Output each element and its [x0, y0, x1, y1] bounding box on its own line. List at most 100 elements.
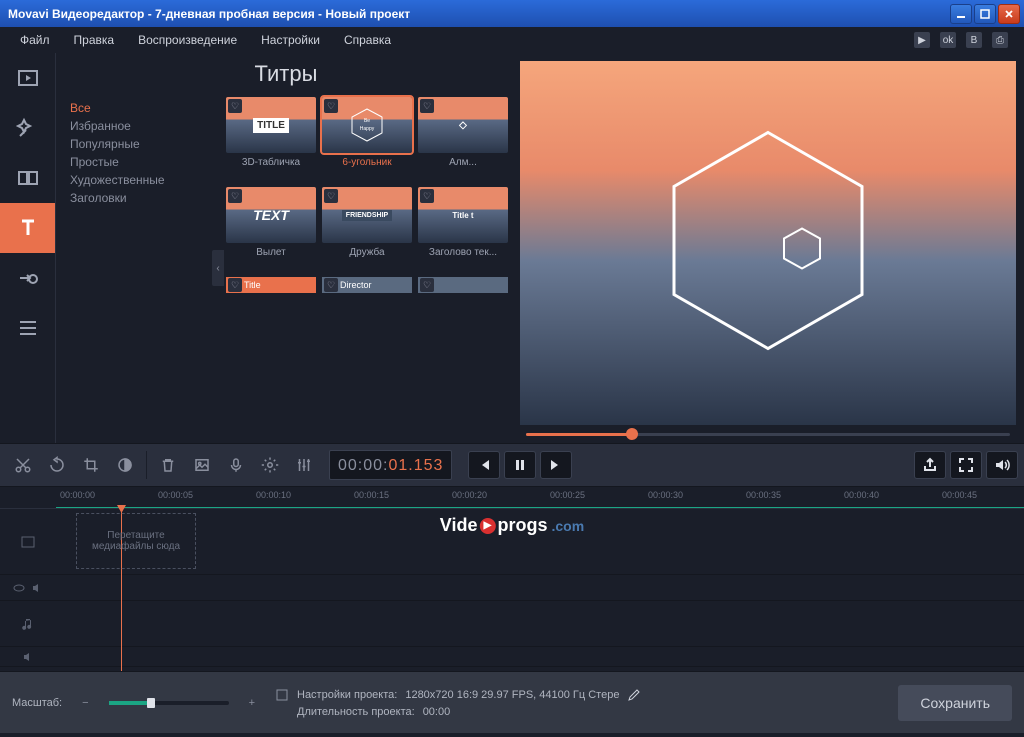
- favorite-icon[interactable]: ♡: [228, 99, 242, 113]
- pause-button[interactable]: [504, 451, 536, 479]
- menu-file[interactable]: Файл: [8, 29, 62, 51]
- title-thumb[interactable]: ♡Title t Заголово тек...: [418, 187, 508, 271]
- music-icon: [21, 617, 35, 631]
- category-item[interactable]: Простые: [70, 153, 220, 171]
- title-thumb[interactable]: ♡Title: [226, 277, 316, 293]
- title-thumb[interactable]: ♡TITLE 3D-табличка: [226, 97, 316, 181]
- favorite-icon[interactable]: ♡: [420, 99, 434, 113]
- hexagon-preview: [658, 121, 878, 366]
- export-icon[interactable]: [914, 451, 946, 479]
- editor-toolbar: 00:00:01.153: [0, 443, 1024, 487]
- zoom-label: Масштаб:: [12, 697, 62, 709]
- favorite-icon[interactable]: ♡: [324, 278, 338, 292]
- favorite-icon[interactable]: ♡: [420, 278, 434, 292]
- svg-text:Happy: Happy: [360, 126, 375, 132]
- rail-callouts-icon[interactable]: [0, 253, 55, 303]
- zoom-slider[interactable]: [109, 701, 229, 705]
- titles-panel: Титры Все Избранное Популярные Простые Х…: [56, 53, 516, 443]
- menu-settings[interactable]: Настройки: [249, 29, 332, 51]
- rail-titles-icon[interactable]: [0, 203, 55, 253]
- timeline: 00:00:00 00:00:05 00:00:10 00:00:15 00:0…: [0, 487, 1024, 671]
- youtube-icon[interactable]: ▶: [914, 32, 930, 48]
- film-icon: [20, 534, 36, 550]
- prev-frame-button[interactable]: [468, 451, 500, 479]
- status-bar: Масштаб: − + Настройки проекта: 1280x720…: [0, 671, 1024, 733]
- title-thumb[interactable]: ♡: [418, 277, 508, 293]
- color-icon[interactable]: [108, 448, 142, 482]
- mic-icon[interactable]: [219, 448, 253, 482]
- window-title: Movavi Видеоредактор - 7-дневная пробная…: [4, 7, 948, 21]
- preview-video: [520, 61, 1016, 425]
- rotate-icon[interactable]: [40, 448, 74, 482]
- image-icon[interactable]: [185, 448, 219, 482]
- equalizer-icon[interactable]: [287, 448, 321, 482]
- project-settings-value: 1280x720 16:9 29.97 FPS, 44100 Гц Стере: [405, 689, 619, 701]
- category-list: Все Избранное Популярные Простые Художес…: [56, 93, 224, 443]
- category-item[interactable]: Популярные: [70, 135, 220, 153]
- film-settings-icon: [275, 688, 289, 702]
- timecode: 00:00:01.153: [329, 450, 452, 480]
- rail-filters-icon[interactable]: [0, 103, 55, 153]
- title-thumbnails: ♡TITLE 3D-табличка ♡BeHappy 6-угольник ♡…: [224, 93, 516, 443]
- category-item[interactable]: Все: [70, 99, 220, 117]
- share-icon[interactable]: ⎙: [992, 32, 1008, 48]
- save-button[interactable]: Сохранить: [898, 685, 1012, 721]
- zoom-out-icon[interactable]: −: [82, 697, 88, 709]
- menu-edit[interactable]: Правка: [62, 29, 127, 51]
- project-duration-label: Длительность проекта:: [297, 706, 415, 718]
- tracks: Vide▶progs.com Перетащите медиафайлы сюд…: [0, 509, 1024, 671]
- next-frame-button[interactable]: [540, 451, 572, 479]
- speaker-icon[interactable]: [22, 651, 34, 663]
- ok-icon[interactable]: ok: [940, 32, 956, 48]
- minimize-button[interactable]: [950, 4, 972, 24]
- category-item[interactable]: Заголовки: [70, 189, 220, 207]
- eye-icon[interactable]: [13, 582, 25, 594]
- cut-icon[interactable]: [6, 448, 40, 482]
- menubar: Файл Правка Воспроизведение Настройки Сп…: [0, 27, 1024, 53]
- favorite-icon[interactable]: ♡: [228, 189, 242, 203]
- favorite-icon[interactable]: ♡: [420, 189, 434, 203]
- rail-transitions-icon[interactable]: [0, 153, 55, 203]
- favorite-icon[interactable]: ♡: [324, 99, 338, 113]
- menu-help[interactable]: Справка: [332, 29, 403, 51]
- project-settings-label: Настройки проекта:: [297, 689, 397, 701]
- vk-icon[interactable]: B: [966, 32, 982, 48]
- close-button[interactable]: [998, 4, 1020, 24]
- scrubber-knob[interactable]: [626, 428, 638, 440]
- gear-icon[interactable]: [253, 448, 287, 482]
- preview-scrubber[interactable]: [520, 425, 1016, 443]
- rail-more-icon[interactable]: [0, 303, 55, 353]
- favorite-icon[interactable]: ♡: [324, 189, 338, 203]
- preview-panel: [516, 53, 1024, 443]
- social-icons: ▶ ok B ⎙: [914, 32, 1016, 48]
- trash-icon[interactable]: [151, 448, 185, 482]
- maximize-button[interactable]: [974, 4, 996, 24]
- project-duration-value: 00:00: [423, 706, 451, 718]
- category-item[interactable]: Избранное: [70, 117, 220, 135]
- left-rail: [0, 53, 56, 443]
- menu-playback[interactable]: Воспроизведение: [126, 29, 249, 51]
- speaker-icon[interactable]: [31, 582, 43, 594]
- title-thumb[interactable]: ♡◇ Алм...: [418, 97, 508, 181]
- title-thumb[interactable]: ♡TEXT Вылет: [226, 187, 316, 271]
- title-thumb[interactable]: ♡BeHappy 6-угольник: [322, 97, 412, 181]
- rail-media-icon[interactable]: [0, 53, 55, 103]
- favorite-icon[interactable]: ♡: [228, 278, 242, 292]
- panel-title: Титры: [56, 53, 516, 93]
- drop-zone[interactable]: Перетащите медиафайлы сюда: [76, 513, 196, 569]
- title-thumb[interactable]: ♡FRIENDSHIP Дружба: [322, 187, 412, 271]
- collapse-handle[interactable]: ‹: [212, 250, 224, 286]
- title-thumb[interactable]: ♡Director: [322, 277, 412, 293]
- pencil-icon[interactable]: [627, 688, 641, 702]
- fullscreen-icon[interactable]: [950, 451, 982, 479]
- mute-track[interactable]: [0, 647, 1024, 667]
- category-item[interactable]: Художественные: [70, 171, 220, 189]
- timeline-ruler[interactable]: 00:00:00 00:00:05 00:00:10 00:00:15 00:0…: [0, 487, 1024, 509]
- crop-icon[interactable]: [74, 448, 108, 482]
- volume-icon[interactable]: [986, 451, 1018, 479]
- audio-track[interactable]: [0, 601, 1024, 647]
- svg-text:Be: Be: [364, 118, 370, 124]
- zoom-in-icon[interactable]: +: [249, 697, 255, 709]
- watermark: Vide▶progs.com: [440, 515, 584, 536]
- link-track[interactable]: [0, 575, 1024, 601]
